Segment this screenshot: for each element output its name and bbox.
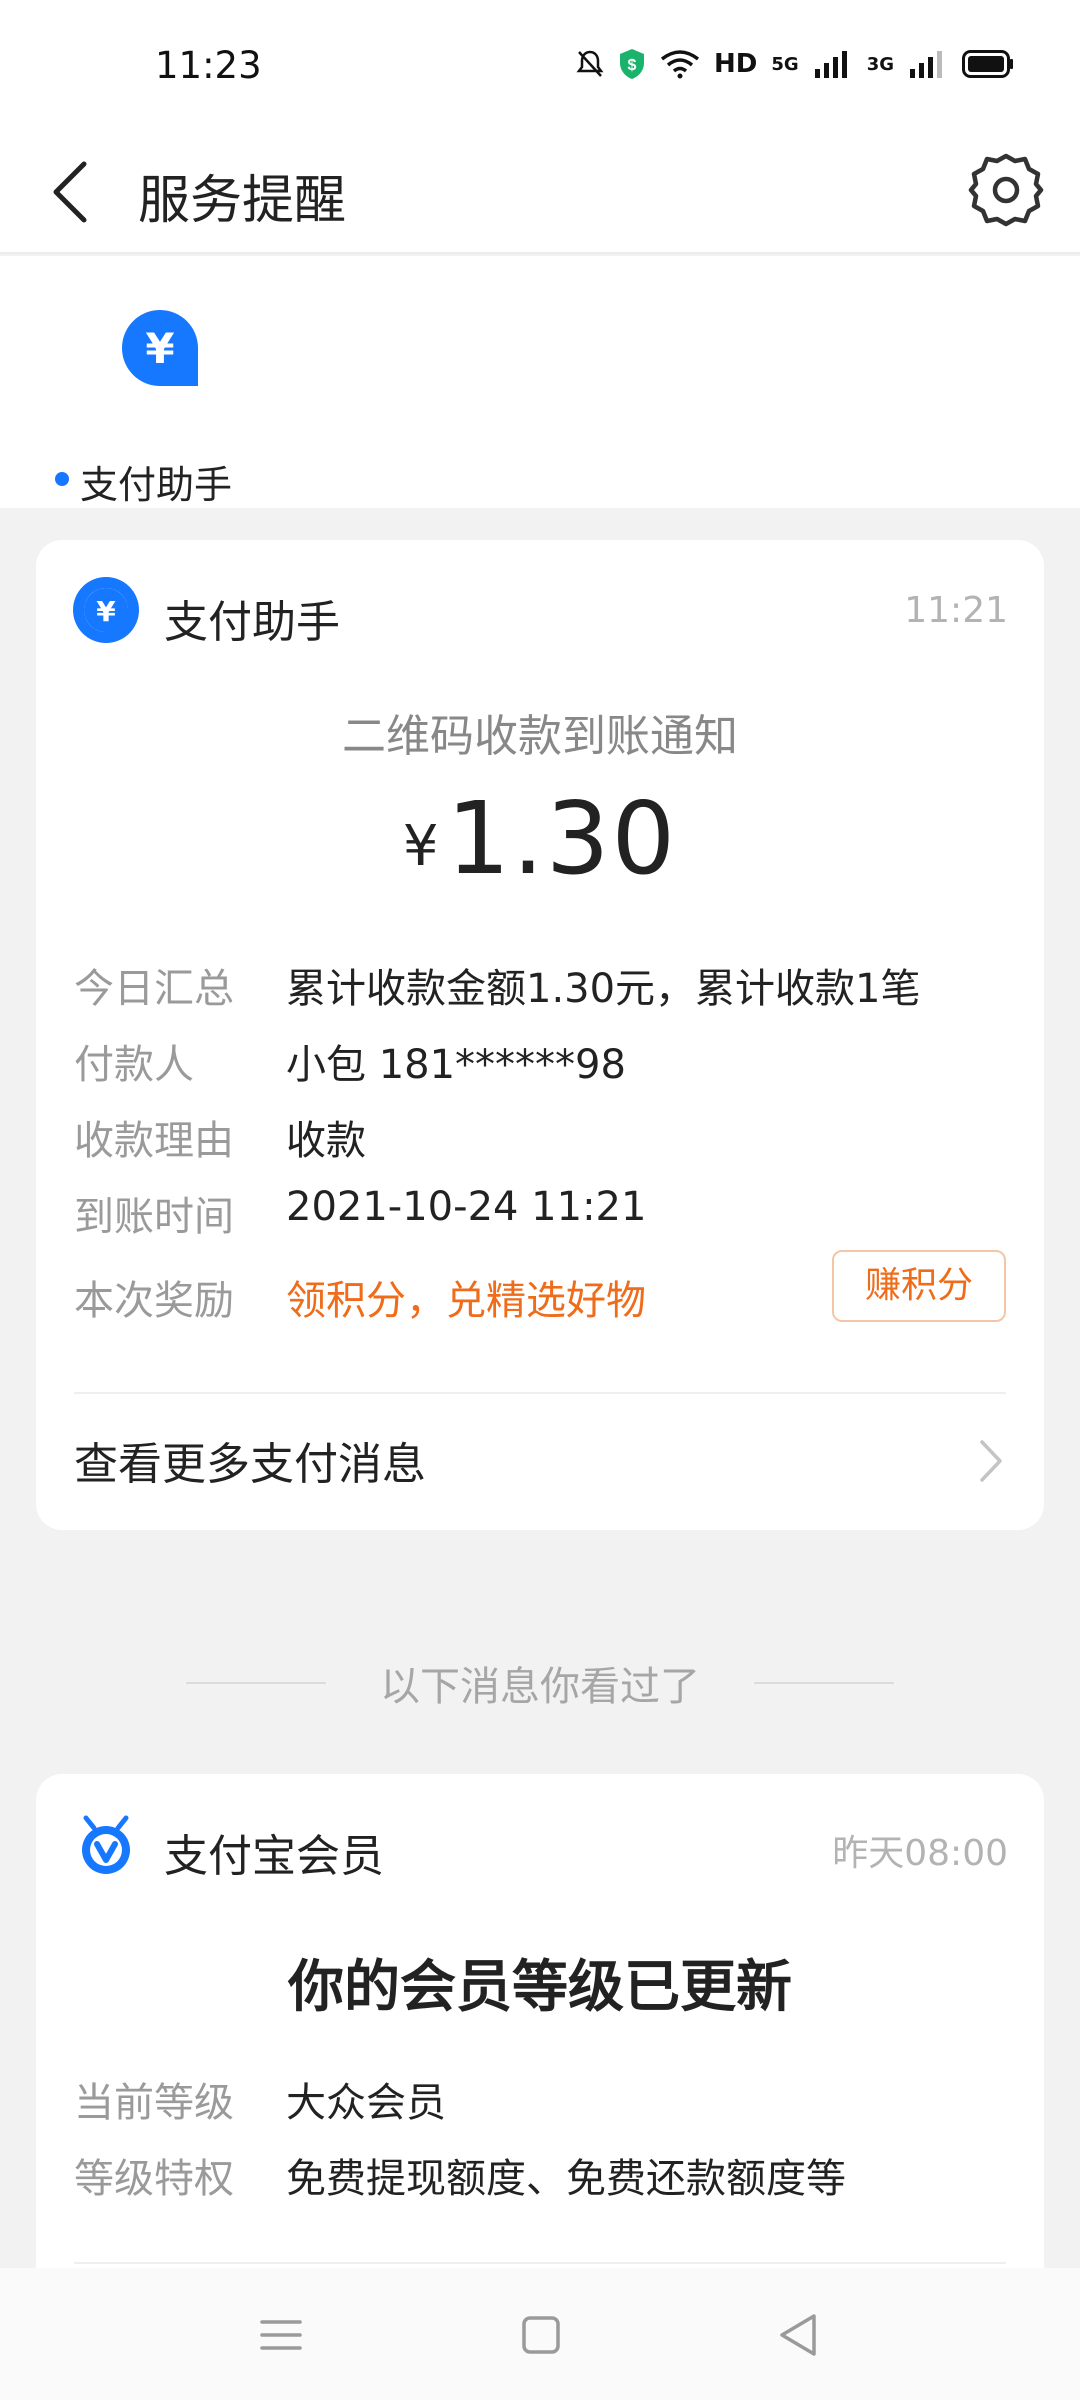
bell-muted-icon — [576, 50, 604, 77]
row-label: 收款理由 — [74, 1118, 234, 1164]
signal-bars-icon-2 — [910, 51, 942, 78]
signal-bars-icon — [814, 51, 847, 78]
reward-link[interactable]: 领积分，兑精选好物 — [286, 1268, 646, 1326]
row-value: 收款 — [286, 1118, 366, 1164]
more-payment-messages-link[interactable]: 查看更多支付消息 — [74, 1420, 1006, 1500]
tab-payment-assistant[interactable]: ¥ 支付助手 — [50, 306, 250, 507]
currency-symbol: ¥ — [402, 814, 439, 879]
gear-icon[interactable] — [966, 150, 1046, 230]
app-header: 服务提醒 — [0, 130, 1080, 254]
more-link-text: 查看更多支付消息 — [74, 1439, 426, 1490]
row-value: 累计收款金额1.30元，累计收款1笔 — [286, 966, 921, 1012]
detail-row-arrival-time: 到账时间 2021-10-24 11:21 — [74, 1184, 1006, 1244]
row-value: 2021-10-24 11:21 — [286, 1184, 647, 1230]
status-icons: $ HD 5G 3G — [576, 48, 1014, 80]
network-3g-label: 3G — [866, 53, 894, 75]
row-label: 付款人 — [74, 1042, 194, 1088]
wifi-icon — [660, 50, 700, 79]
hd-label: HD — [714, 49, 758, 79]
row-value: 大众会员 — [286, 2080, 446, 2126]
detail-row-current-level: 当前等级 大众会员 — [74, 2070, 1006, 2130]
card-header: ¥ 支付助手 11:21 — [72, 576, 1008, 648]
service-tab-strip: ¥ 支付助手 — [0, 256, 1080, 508]
row-label: 等级特权 — [74, 2156, 234, 2202]
row-label: 当前等级 — [74, 2080, 234, 2126]
menu-icon[interactable] — [254, 2308, 308, 2362]
shield-dollar-icon: $ — [620, 49, 645, 79]
unread-dot — [55, 472, 69, 486]
status-bar: 11:23 $ HD 5G 3G — [0, 0, 1080, 130]
member-notice-card[interactable]: 支付宝会员 昨天08:00 你的会员等级已更新 当前等级 大众会员 等级特权 免… — [36, 1774, 1044, 2294]
tab-label: 支付助手 — [80, 463, 233, 507]
seen-divider-text: 以下消息你看过了 — [380, 1664, 700, 1710]
sender-name: 支付宝会员 — [164, 1831, 384, 1882]
row-label: 今日汇总 — [74, 966, 234, 1012]
home-square-icon[interactable] — [514, 2308, 568, 2362]
back-arrow-icon[interactable] — [44, 154, 104, 230]
message-time: 昨天08:00 — [832, 1833, 1008, 1874]
page-title: 服务提醒 — [138, 171, 347, 231]
divider-line — [754, 1682, 894, 1684]
payment-notice-card[interactable]: ¥ 支付助手 11:21 二维码收款到账通知 ¥1.30 今日汇总 累计收款金额… — [36, 540, 1044, 1530]
divider — [74, 1392, 1006, 1394]
svg-text:¥: ¥ — [145, 324, 174, 373]
back-triangle-icon[interactable] — [772, 2308, 826, 2362]
detail-row-reason: 收款理由 收款 — [74, 1108, 1006, 1168]
detail-row-summary: 今日汇总 累计收款金额1.30元，累计收款1笔 — [74, 956, 1006, 1016]
member-title: 你的会员等级已更新 — [288, 1955, 792, 2020]
yuan-bubble-icon: ¥ — [122, 310, 198, 386]
notice-title: 二维码收款到账通知 — [342, 711, 738, 762]
amount-value: 1.30 — [446, 780, 678, 897]
member-badge-icon — [82, 1815, 130, 1874]
chevron-right-icon — [980, 1440, 1002, 1482]
yuan-bubble-icon: ¥ — [73, 577, 139, 643]
payment-amount: ¥1.30 — [36, 780, 1044, 897]
detail-row-payer: 付款人 小包 181******98 — [74, 1032, 1006, 1092]
row-label: 到账时间 — [74, 1194, 234, 1240]
system-nav-bar — [0, 2268, 1080, 2400]
detail-row-privileges: 等级特权 免费提现额度、免费还款额度等 — [74, 2146, 1006, 2206]
row-value: 小包 181******98 — [286, 1042, 626, 1088]
sender-name: 支付助手 — [164, 597, 340, 648]
svg-text:¥: ¥ — [96, 595, 116, 628]
row-label: 本次奖励 — [74, 1278, 234, 1324]
status-time: 11:23 — [155, 44, 262, 87]
earn-points-button[interactable]: 赚积分 — [832, 1250, 1006, 1322]
svg-text:$: $ — [628, 57, 637, 74]
message-time: 11:21 — [904, 590, 1008, 631]
card-header: 支付宝会员 昨天08:00 — [72, 1810, 1008, 1882]
row-value: 免费提现额度、免费还款额度等 — [286, 2156, 846, 2202]
battery-icon — [962, 50, 1013, 78]
seen-divider: 以下消息你看过了 — [0, 1654, 1080, 1714]
detail-row-reward: 本次奖励 领积分，兑精选好物 赚积分 — [74, 1250, 1006, 1328]
divider — [74, 2262, 1006, 2264]
network-5g-label: 5G — [771, 53, 799, 75]
